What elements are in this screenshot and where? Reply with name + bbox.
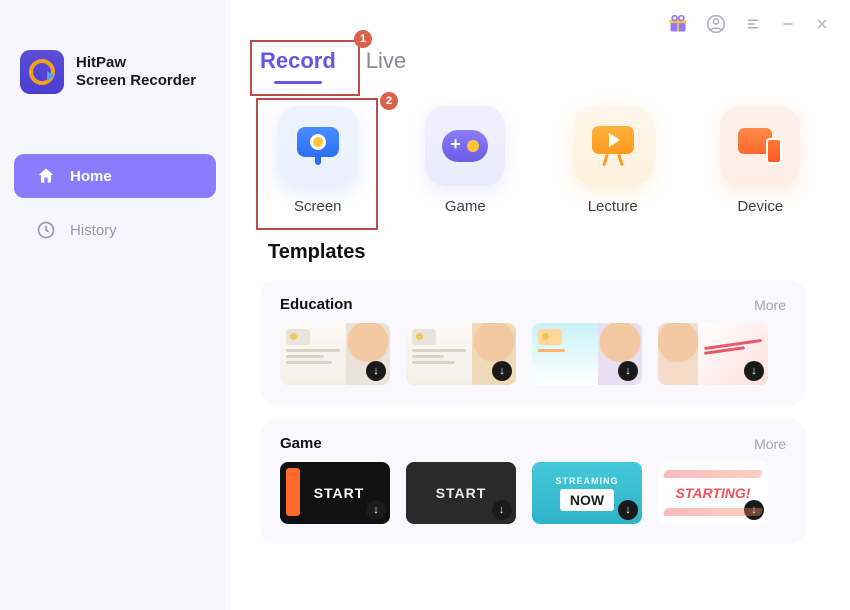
record-modes: Screen Game Lecture Device 2: [260, 106, 806, 215]
thumb-label-top: STREAMING: [556, 476, 619, 486]
templates-heading: Templates: [268, 241, 806, 264]
gift-icon[interactable]: [668, 14, 688, 39]
main-tabs: Record Live 1: [260, 48, 806, 84]
history-icon: [36, 220, 56, 240]
template-more-link[interactable]: More: [754, 297, 786, 313]
thumb-label: STARTING!: [676, 485, 751, 501]
minimize-button[interactable]: [780, 16, 796, 37]
main-area: Record Live 1 Screen Game Lecture: [230, 0, 850, 610]
download-icon[interactable]: ↓: [744, 361, 764, 381]
mode-label: Screen: [294, 198, 342, 215]
template-group-name: Education: [280, 296, 353, 313]
app-logo-block: HitPaw Screen Recorder: [0, 0, 230, 154]
sidebar-item-label: Home: [70, 168, 112, 185]
template-group-education: Education More ↓ ↓ ↓ ↓: [260, 280, 806, 405]
download-icon[interactable]: ↓: [366, 500, 386, 520]
account-icon[interactable]: [706, 14, 726, 39]
download-icon[interactable]: ↓: [618, 361, 638, 381]
template-thumb[interactable]: START ↓: [280, 462, 390, 524]
sidebar-item-home[interactable]: Home: [14, 154, 216, 198]
template-thumb[interactable]: START ↓: [406, 462, 516, 524]
lecture-icon: [573, 106, 653, 186]
download-icon[interactable]: ↓: [618, 500, 638, 520]
template-thumb[interactable]: ↓: [658, 323, 768, 385]
template-group-game: Game More START ↓ START ↓ STREAMING NOW …: [260, 419, 806, 544]
annotation-badge-2: 2: [380, 92, 398, 110]
home-icon: [36, 166, 56, 186]
tab-live[interactable]: Live: [366, 48, 406, 84]
tab-label: Record: [260, 48, 336, 73]
annotation-badge-1: 1: [354, 30, 372, 48]
download-icon[interactable]: ↓: [366, 361, 386, 381]
titlebar-controls: [668, 14, 830, 39]
template-more-link[interactable]: More: [754, 436, 786, 452]
app-subtitle: Screen Recorder: [76, 72, 196, 90]
tab-label: Live: [366, 48, 406, 73]
app-name: HitPaw: [76, 54, 196, 72]
mode-lecture[interactable]: Lecture: [567, 106, 659, 215]
download-icon[interactable]: ↓: [492, 500, 512, 520]
template-thumb[interactable]: ↓: [532, 323, 642, 385]
mode-label: Lecture: [588, 198, 638, 215]
template-thumb[interactable]: ↓: [280, 323, 390, 385]
app-logo-icon: [20, 50, 64, 94]
template-thumb[interactable]: STARTING! ↓: [658, 462, 768, 524]
sidebar-item-label: History: [70, 222, 117, 239]
template-group-name: Game: [280, 435, 322, 452]
thumb-label-big: NOW: [560, 489, 614, 511]
close-button[interactable]: [814, 16, 830, 37]
download-icon[interactable]: ↓: [492, 361, 512, 381]
thumb-label: START: [436, 485, 487, 501]
thumb-label: START: [314, 485, 365, 501]
mode-label: Device: [737, 198, 783, 215]
mode-screen[interactable]: Screen: [272, 106, 364, 215]
mode-game[interactable]: Game: [420, 106, 512, 215]
device-icon: [720, 106, 800, 186]
download-icon[interactable]: ↓: [744, 500, 764, 520]
template-thumb[interactable]: STREAMING NOW ↓: [532, 462, 642, 524]
screen-icon: [278, 106, 358, 186]
template-thumb[interactable]: ↓: [406, 323, 516, 385]
app-title: HitPaw Screen Recorder: [76, 54, 196, 90]
mode-device[interactable]: Device: [715, 106, 807, 215]
game-icon: [425, 106, 505, 186]
mode-label: Game: [445, 198, 486, 215]
sidebar: HitPaw Screen Recorder Home History: [0, 0, 230, 610]
sidebar-item-history[interactable]: History: [14, 208, 216, 252]
tab-record[interactable]: Record: [260, 48, 336, 84]
menu-icon[interactable]: [744, 15, 762, 38]
